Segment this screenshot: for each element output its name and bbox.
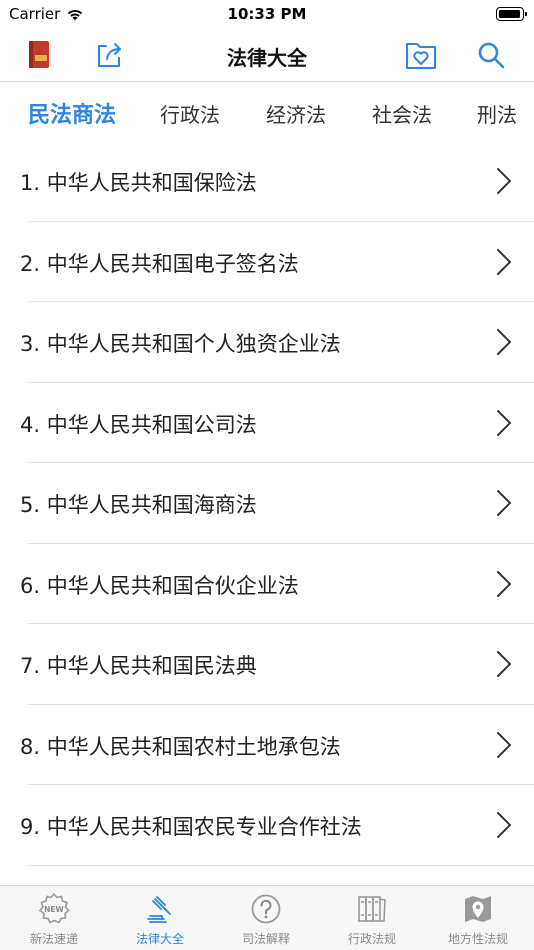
law-list: 1. 中华人民共和国保险法 2. 中华人民共和国电子签名法 3. 中华人民共和国… bbox=[0, 141, 534, 866]
tab-administrative-law[interactable]: 行政法 bbox=[160, 99, 220, 128]
chevron-right-icon bbox=[497, 248, 511, 275]
tab-new-laws[interactable]: NEW 新法速递 bbox=[4, 892, 104, 947]
law-title: 9. 中华人民共和国农民专业合作社法 bbox=[20, 815, 362, 839]
chevron-right-icon bbox=[497, 329, 511, 355]
list-item[interactable]: 2. 中华人民共和国电子签名法 bbox=[0, 222, 534, 302]
chevron-right-icon bbox=[497, 168, 511, 194]
favorites-icon[interactable] bbox=[404, 38, 438, 72]
search-icon[interactable] bbox=[474, 38, 508, 72]
tab-label: 法律大全 bbox=[135, 932, 184, 946]
tab-civil-commercial-law[interactable]: 民法商法 bbox=[28, 97, 116, 129]
tab-judicial-interpretation[interactable]: 司法解释 bbox=[216, 892, 316, 947]
law-title: 2. 中华人民共和国电子签名法 bbox=[20, 251, 299, 276]
chevron-right-icon bbox=[497, 812, 511, 838]
chevron-right-icon bbox=[497, 651, 511, 677]
tab-label: 新法速递 bbox=[29, 932, 78, 946]
law-title: 5. 中华人民共和国海商法 bbox=[20, 493, 257, 517]
tab-label: 地方性法规 bbox=[447, 932, 508, 946]
tab-economic-law[interactable]: 经济法 bbox=[266, 99, 326, 128]
tab-criminal-law[interactable]: 刑法 bbox=[477, 99, 517, 128]
category-tabs: 民法商法 行政法 经济法 社会法 刑法 bbox=[0, 83, 534, 141]
law-title: 3. 中华人民共和国个人独资企业法 bbox=[20, 332, 341, 356]
law-title: 4. 中华人民共和国公司法 bbox=[20, 412, 257, 437]
bottom-tab-bar: NEW 新法速递 法律大全 司法解释 行政法规 地方性法规 bbox=[0, 885, 534, 950]
map-pin-icon bbox=[461, 892, 495, 926]
gavel-icon bbox=[143, 892, 177, 926]
chevron-right-icon bbox=[497, 570, 511, 597]
clock: 10:33 PM bbox=[227, 5, 307, 23]
list-item[interactable]: 3. 中华人民共和国个人独资企业法 bbox=[0, 302, 534, 383]
law-title: 6. 中华人民共和国合伙企业法 bbox=[20, 573, 299, 598]
list-item[interactable]: 5. 中华人民共和国海商法 bbox=[0, 463, 534, 544]
status-bar: Carrier 10:33 PM bbox=[0, 0, 534, 30]
chevron-right-icon bbox=[497, 409, 511, 436]
navigation-bar: 法律大全 bbox=[0, 30, 534, 82]
divider bbox=[27, 864, 534, 866]
tab-local-regulations[interactable]: 地方性法规 bbox=[428, 892, 528, 947]
law-title: 1. 中华人民共和国保险法 bbox=[20, 171, 257, 195]
new-badge-icon: NEW bbox=[37, 892, 71, 926]
list-item[interactable]: 8. 中华人民共和国农村土地承包法 bbox=[0, 705, 534, 785]
page-title: 法律大全 bbox=[227, 46, 307, 70]
svg-text:NEW: NEW bbox=[44, 905, 64, 914]
books-icon bbox=[355, 892, 389, 926]
battery-icon bbox=[496, 7, 527, 21]
list-item[interactable]: 9. 中华人民共和国农民专业合作社法 bbox=[0, 785, 534, 866]
chevron-right-icon bbox=[497, 731, 511, 758]
tab-label: 司法解释 bbox=[241, 932, 290, 946]
question-icon bbox=[249, 892, 283, 926]
chevron-right-icon bbox=[497, 490, 511, 516]
law-title: 8. 中华人民共和国农村土地承包法 bbox=[20, 734, 341, 759]
list-item[interactable]: 1. 中华人民共和国保险法 bbox=[0, 141, 534, 222]
tab-administrative-regulations[interactable]: 行政法规 bbox=[322, 892, 422, 947]
law-title: 7. 中华人民共和国民法典 bbox=[20, 654, 257, 678]
tab-label: 行政法规 bbox=[347, 932, 396, 946]
list-item[interactable]: 4. 中华人民共和国公司法 bbox=[0, 383, 534, 463]
list-item[interactable]: 7. 中华人民共和国民法典 bbox=[0, 624, 534, 705]
tab-laws-collection[interactable]: 法律大全 bbox=[110, 892, 210, 947]
tab-social-law[interactable]: 社会法 bbox=[372, 99, 432, 128]
list-item[interactable]: 6. 中华人民共和国合伙企业法 bbox=[0, 544, 534, 624]
